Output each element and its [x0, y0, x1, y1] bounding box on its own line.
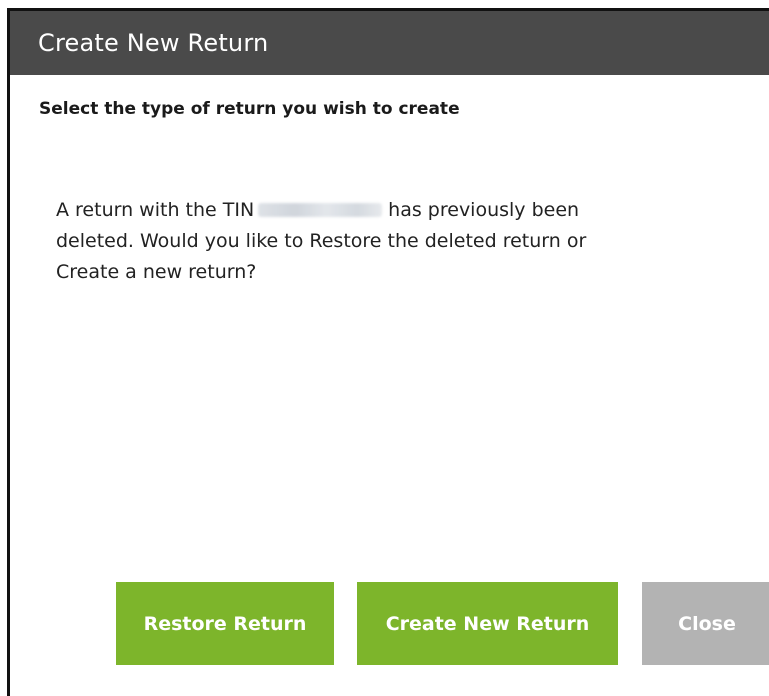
close-button[interactable]: Close: [642, 582, 769, 665]
dialog-message: A return with the TIN has previously been…: [56, 195, 716, 288]
message-line-2: deleted. Would you like to Restore the d…: [56, 230, 587, 252]
redacted-tin: [258, 203, 383, 217]
message-line-3: Create a new return?: [56, 261, 257, 283]
message-line-1: A return with the TIN has previously been: [56, 195, 716, 226]
create-new-return-button[interactable]: Create New Return: [357, 582, 618, 665]
create-new-return-dialog: Create New Return Select the type of ret…: [7, 8, 769, 696]
message-text-before-tin: A return with the TIN: [56, 199, 255, 221]
message-text-after-tin: has previously been: [388, 199, 580, 221]
dialog-subtitle: Select the type of return you wish to cr…: [39, 99, 460, 119]
dialog-title-bar: Create New Return: [10, 11, 769, 75]
restore-return-button[interactable]: Restore Return: [116, 582, 334, 665]
dialog-title: Create New Return: [38, 29, 269, 57]
